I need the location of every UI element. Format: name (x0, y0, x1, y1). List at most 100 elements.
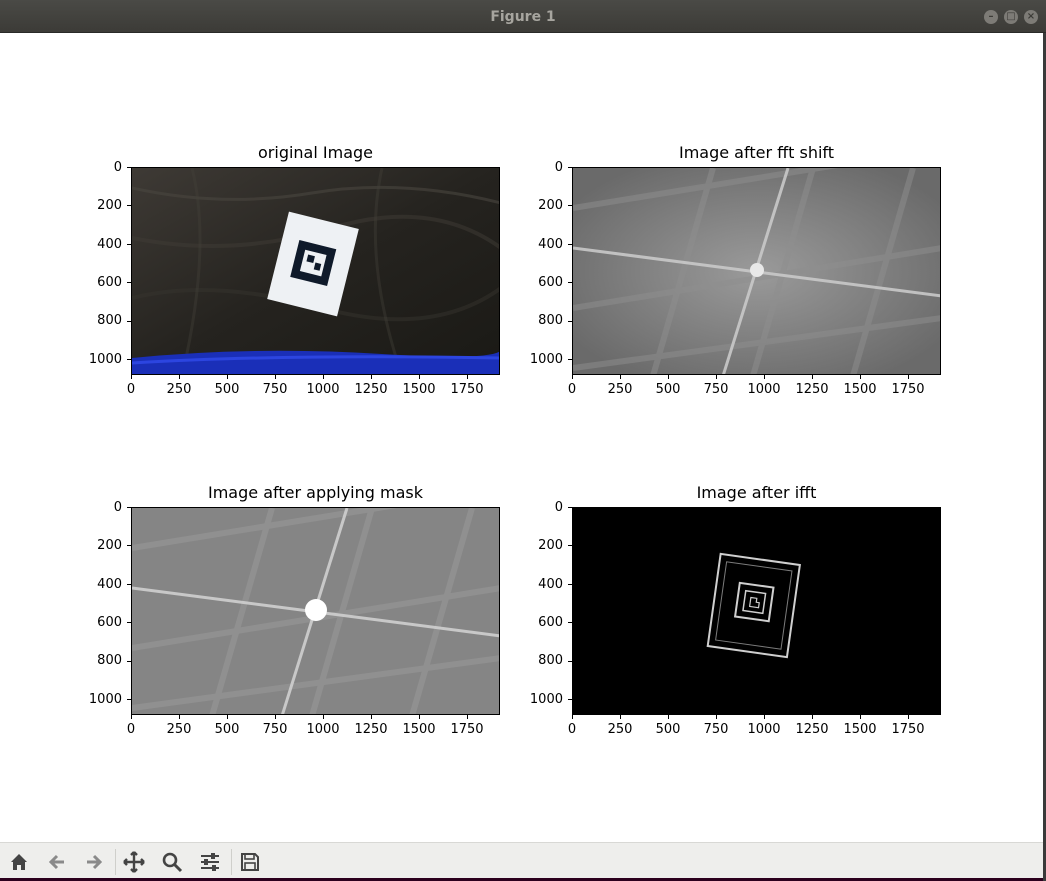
toolbar-separator (115, 849, 116, 875)
minimize-icon[interactable]: – (984, 10, 998, 24)
y-tick-mark (127, 320, 131, 322)
y-tick-label: 200 (97, 538, 122, 553)
x-tick-label: 1500 (843, 722, 877, 737)
x-tick-label: 250 (607, 722, 633, 737)
fft-shift-graphic (573, 168, 940, 374)
x-tick-mark (859, 715, 861, 719)
x-tick-label: 0 (126, 722, 136, 737)
subplot-title: original Image (258, 143, 373, 162)
x-tick-label: 1250 (795, 722, 829, 737)
x-tick-mark (322, 715, 324, 719)
window-title: Figure 1 (490, 9, 556, 25)
configure-subplots-icon[interactable] (195, 847, 225, 877)
x-tick-label: 500 (655, 382, 681, 397)
x-tick-mark (619, 715, 621, 719)
x-tick-mark (418, 715, 420, 719)
x-tick-label: 1750 (450, 722, 484, 737)
y-tick-mark (568, 166, 572, 168)
y-tick-mark (568, 660, 572, 662)
y-tick-mark (127, 205, 131, 207)
y-tick-mark (568, 545, 572, 547)
back-icon[interactable] (42, 847, 72, 877)
navigation-toolbar (0, 842, 1043, 878)
y-tick-mark (568, 205, 572, 207)
y-tick-label: 400 (97, 237, 122, 252)
x-tick-mark (715, 375, 717, 379)
x-tick-mark (667, 715, 669, 719)
y-tick-mark (127, 282, 131, 284)
y-tick-mark (568, 506, 572, 508)
x-tick-mark (571, 715, 573, 719)
y-tick-label: 600 (97, 615, 122, 630)
y-tick-mark (568, 699, 572, 701)
x-tick-label: 1250 (354, 722, 388, 737)
y-tick-mark (127, 622, 131, 624)
y-tick-mark (127, 545, 131, 547)
x-tick-mark (226, 715, 228, 719)
close-icon[interactable]: × (1024, 10, 1038, 24)
x-tick-mark (667, 375, 669, 379)
y-tick-label: 0 (554, 160, 563, 175)
y-tick-label: 200 (97, 198, 122, 213)
title-bar[interactable]: Figure 1 – □ × (0, 0, 1046, 33)
x-tick-label: 500 (214, 722, 240, 737)
y-tick-mark (568, 583, 572, 585)
x-tick-mark (274, 375, 276, 379)
y-tick-mark (568, 622, 572, 624)
x-tick-mark (571, 375, 573, 379)
y-tick-label: 0 (113, 160, 122, 175)
forward-icon[interactable] (79, 847, 109, 877)
x-tick-mark (178, 375, 180, 379)
mask-graphic (132, 508, 499, 714)
save-icon[interactable] (235, 847, 265, 877)
x-tick-mark (322, 375, 324, 379)
x-tick-mark (619, 375, 621, 379)
subplot-title: Image after fft shift (678, 143, 835, 162)
x-tick-mark (907, 715, 909, 719)
x-tick-mark (715, 715, 717, 719)
toolbar-separator (231, 849, 232, 875)
pan-icon[interactable] (119, 847, 149, 877)
x-tick-mark (418, 375, 420, 379)
x-tick-mark (226, 375, 228, 379)
x-tick-label: 750 (262, 382, 288, 397)
x-tick-mark (907, 375, 909, 379)
x-tick-label: 750 (262, 722, 288, 737)
ifft-panel (572, 507, 941, 715)
y-tick-label: 0 (113, 500, 122, 515)
y-tick-label: 800 (97, 313, 122, 328)
x-tick-label: 1750 (891, 722, 925, 737)
y-tick-label: 1000 (88, 352, 122, 367)
y-tick-mark (568, 359, 572, 361)
original-image-graphic (132, 168, 499, 374)
x-tick-label: 0 (567, 722, 577, 737)
fft-shift-panel (572, 167, 941, 375)
x-tick-mark (763, 715, 765, 719)
x-tick-mark (466, 375, 468, 379)
y-tick-mark (127, 699, 131, 701)
x-tick-label: 1000 (306, 382, 340, 397)
x-tick-label: 1500 (843, 382, 877, 397)
zoom-icon[interactable] (157, 847, 187, 877)
y-tick-mark (127, 166, 131, 168)
y-tick-mark (127, 243, 131, 245)
y-tick-label: 800 (538, 653, 563, 668)
y-tick-label: 1000 (529, 352, 563, 367)
maximize-icon[interactable]: □ (1004, 10, 1018, 24)
x-tick-label: 1750 (450, 382, 484, 397)
x-tick-label: 1500 (402, 722, 436, 737)
x-tick-label: 750 (703, 382, 729, 397)
x-tick-label: 0 (126, 382, 136, 397)
x-tick-label: 1000 (306, 722, 340, 737)
home-icon[interactable] (4, 847, 34, 877)
x-tick-label: 750 (703, 722, 729, 737)
x-tick-label: 1500 (402, 382, 436, 397)
y-tick-label: 600 (538, 615, 563, 630)
y-tick-label: 1000 (88, 692, 122, 707)
y-tick-label: 200 (538, 198, 563, 213)
x-tick-label: 0 (567, 382, 577, 397)
figure-canvas[interactable]: original Image 0 200 400 600 800 1000 0 … (0, 33, 1043, 842)
y-tick-mark (568, 243, 572, 245)
x-tick-label: 500 (214, 382, 240, 397)
y-tick-label: 1000 (529, 692, 563, 707)
